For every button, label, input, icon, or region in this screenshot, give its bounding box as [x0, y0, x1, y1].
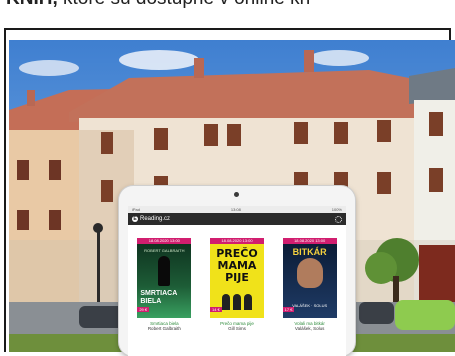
price-tag: 29 €	[137, 307, 150, 312]
book-cover-3[interactable]: 18.08.2020 13:00 BITKÁR VALÁŠEK · SOLUS …	[282, 238, 337, 318]
app-logo[interactable]: E Reading.cz	[132, 216, 170, 222]
book-item-1[interactable]: 18.08.2020 13:00 ROBERT GALBRAITH SMRTIA…	[134, 238, 194, 331]
portrait-icon	[296, 258, 323, 288]
book-list: 18.08.2020 13:00 ROBERT GALBRAITH SMRTIA…	[128, 238, 346, 331]
status-time: 13:08	[230, 207, 241, 212]
intro-bold: KNIH,	[6, 0, 58, 9]
status-bar: iPad 13:08 100%	[128, 206, 346, 213]
price-tag: 14 €	[209, 307, 222, 312]
figures-icon	[218, 294, 256, 310]
cover-title: PREČO MAMA PIJE	[216, 247, 258, 284]
price-tag: 17 €	[282, 307, 295, 312]
book-item-3[interactable]: 18.08.2020 13:00 BITKÁR VALÁŠEK · SOLUS …	[280, 238, 340, 331]
app-name: Reading.cz	[140, 216, 171, 222]
book-cover-1[interactable]: 18.08.2020 13:00 ROBERT GALBRAITH SMRTIA…	[137, 238, 192, 318]
book-author: Gill Sims	[228, 326, 246, 331]
figure-icon	[158, 256, 171, 286]
release-ribbon: 18.08.2020 13:00	[209, 238, 264, 244]
gear-icon[interactable]	[335, 215, 342, 223]
logo-icon: E	[132, 216, 138, 222]
release-ribbon: 18.08.2020 13:00	[282, 238, 337, 244]
release-ribbon: 18.08.2020 13:00	[137, 238, 192, 244]
tablet-screen: iPad 13:08 100% E Reading.cz 18.08.2020 …	[128, 206, 346, 356]
tablet-device: iPad 13:08 100% E Reading.cz 18.08.2020 …	[119, 186, 355, 356]
status-device: iPad	[132, 207, 141, 212]
camera-icon	[234, 192, 239, 197]
book-author: Robert Galbraith	[147, 326, 181, 331]
cover-title: SMRTIACA BIELA	[140, 290, 178, 305]
cover-author: ROBERT GALBRAITH	[144, 248, 185, 253]
intro-text: KNIH, ktoré sú dostupné v online kn	[6, 0, 455, 10]
cover-title: BITKÁR	[292, 247, 327, 257]
app-bar: E Reading.cz	[128, 213, 346, 225]
book-item-2[interactable]: 18.08.2020 13:00 PREČO MAMA PIJE 14 € Pr…	[207, 238, 267, 331]
book-author: Valášek, Solus	[294, 326, 325, 331]
status-battery: 100%	[331, 207, 342, 212]
intro-normal: ktoré sú dostupné v online kn	[58, 0, 310, 9]
book-cover-2[interactable]: 18.08.2020 13:00 PREČO MAMA PIJE 14 €	[209, 238, 264, 318]
